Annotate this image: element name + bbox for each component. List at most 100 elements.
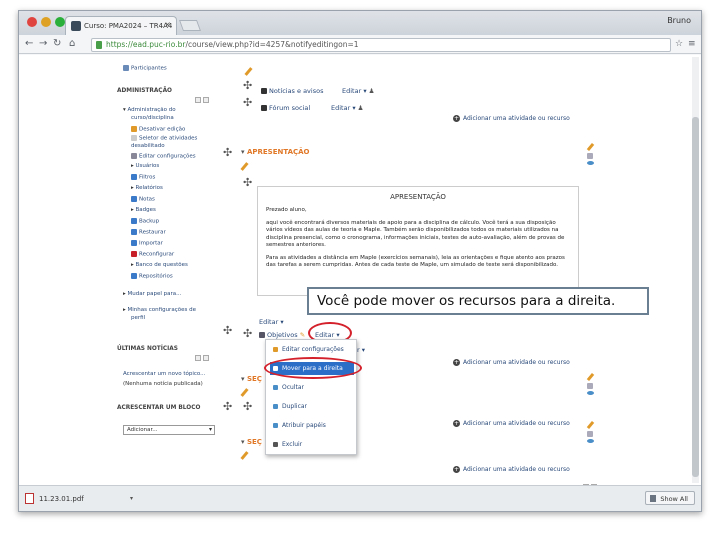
forum-social-link[interactable]: Fórum social xyxy=(261,104,310,112)
add-activity-link[interactable]: + Adicionar uma atividade ou recurso xyxy=(453,115,570,122)
profile-name[interactable]: Bruno xyxy=(667,16,691,25)
add-activity-link[interactable]: + Adicionar uma atividade ou recurso xyxy=(453,359,570,366)
download-icon xyxy=(650,495,657,502)
menu-item-duplicate[interactable]: Duplicar xyxy=(270,400,354,413)
download-file-name: 11.23.01.pdf xyxy=(39,495,84,503)
menu-item-assign-roles[interactable]: Atribuir papéis xyxy=(270,419,354,432)
sidebar-item-disable-editing[interactable]: Desativar edição xyxy=(131,126,185,134)
sidebar-item-badges[interactable]: ▸ Badges xyxy=(131,207,156,214)
section-controls[interactable] xyxy=(585,420,595,443)
edit-pencil-icon[interactable] xyxy=(244,67,253,76)
chevron-down-icon[interactable]: ▾ xyxy=(130,492,133,506)
repositories-icon xyxy=(131,273,137,279)
section-controls[interactable] xyxy=(585,142,595,165)
edit-pencil-icon[interactable] xyxy=(240,162,249,171)
lock-icon xyxy=(96,41,102,49)
sidebar-item-edit-settings[interactable]: Editar configurações xyxy=(131,153,196,161)
page-content: Participantes ADMINISTRAÇÃO ▾ Administra… xyxy=(19,55,701,485)
presentation-paragraph-1: aqui você encontrará diversos materiais … xyxy=(266,219,565,249)
menu-item-edit-settings[interactable]: Editar configurações xyxy=(270,343,354,356)
move-icon[interactable]: ✣ xyxy=(243,328,252,339)
move-icon[interactable]: ✣ xyxy=(243,177,252,188)
zoom-window-button[interactable] xyxy=(55,17,65,27)
move-section-icon[interactable]: ✣ xyxy=(223,325,232,336)
minimize-window-button[interactable] xyxy=(41,17,51,27)
admin-block-header: ADMINISTRAÇÃO xyxy=(117,88,172,94)
move-section-icon[interactable]: ✣ xyxy=(223,401,232,412)
download-item[interactable]: 11.23.01.pdf ▾ xyxy=(25,492,133,506)
sidebar-item-my-profile[interactable]: ▸ Minhas configurações de xyxy=(123,307,196,314)
label-edit-menu[interactable]: Editar ▾ xyxy=(259,318,284,326)
menu-icon[interactable]: ≡ xyxy=(688,38,696,50)
news-block-controls[interactable] xyxy=(195,346,211,361)
scrollbar[interactable] xyxy=(692,57,699,483)
show-all-button[interactable]: Show All xyxy=(645,491,695,505)
restore-icon xyxy=(131,229,137,235)
back-arrow-icon[interactable]: ← xyxy=(25,38,33,50)
sidebar-item-grades[interactable]: Notas xyxy=(131,196,155,204)
sidebar-participants-link[interactable]: Participantes xyxy=(123,65,167,73)
delete-icon xyxy=(273,442,278,447)
block-controls[interactable] xyxy=(583,475,599,485)
scrollbar-thumb[interactable] xyxy=(692,117,699,477)
sidebar-item-users[interactable]: ▸ Usuários xyxy=(131,163,159,170)
forward-arrow-icon[interactable]: → xyxy=(39,38,47,50)
move-icon[interactable]: ✣ xyxy=(243,97,252,108)
add-news-topic-link[interactable]: Acrescentar um novo tópico... xyxy=(123,371,205,378)
reload-icon[interactable]: ↻ xyxy=(53,38,61,50)
presentation-label: APRESENTAÇÃO Prezado aluno, aqui você en… xyxy=(257,186,579,296)
menu-item-delete[interactable]: Excluir xyxy=(270,438,354,451)
menu-item-hide[interactable]: Ocultar xyxy=(270,381,354,394)
sidebar-item-course-admin[interactable]: ▾ Administração do xyxy=(123,107,176,114)
downloads-bar: 11.23.01.pdf ▾ Show All xyxy=(19,485,701,511)
sidebar-item-repositories[interactable]: Repositórios xyxy=(131,273,173,281)
tab-title: Curso: PMA2024 – TR4A4 xyxy=(84,22,173,30)
forum-news-link[interactable]: Notícias e avisos xyxy=(261,87,323,95)
close-tab-icon[interactable]: × xyxy=(164,20,171,29)
sidebar-item-my-profile-2[interactable]: perfil xyxy=(131,315,145,322)
objectives-link[interactable]: Objetivos ✎ xyxy=(259,331,305,339)
sidebar-item-activity-chooser-2[interactable]: desabilitado xyxy=(131,143,165,150)
user-icon: ♟ xyxy=(368,87,375,95)
sidebar-item-reports[interactable]: ▸ Relatórios xyxy=(131,185,163,192)
browser-window: Curso: PMA2024 – TR4A4 × Bruno ← → ↻ ⌂ h… xyxy=(18,10,702,512)
sidebar-item-filters[interactable]: Filtros xyxy=(131,174,155,182)
sidebar-item-activity-chooser[interactable]: Seletor de atividades xyxy=(131,135,197,143)
move-icon[interactable]: ✣ xyxy=(243,80,252,91)
bookmark-star-icon[interactable]: ☆ xyxy=(675,38,683,50)
reset-icon xyxy=(131,251,137,257)
add-activity-link[interactable]: + Adicionar uma atividade ou recurso xyxy=(453,420,570,427)
edit-pencil-icon[interactable] xyxy=(240,388,249,397)
sidebar-item-restore[interactable]: Restaurar xyxy=(131,229,166,237)
edit-menu-behind[interactable]: r ▾ xyxy=(357,346,365,354)
add-activity-link[interactable]: + Adicionar uma atividade ou recurso xyxy=(453,466,570,473)
sidebar-item-import[interactable]: Importar xyxy=(131,240,163,248)
forum-social-edit-menu[interactable]: Editar ▾ ♟ xyxy=(331,104,363,112)
section-controls[interactable] xyxy=(585,372,595,395)
sidebar-item-question-bank[interactable]: ▸ Banco de questões xyxy=(131,262,188,269)
move-icon[interactable]: ✣ xyxy=(243,401,252,412)
presentation-greeting: Prezado aluno, xyxy=(266,207,307,213)
user-icon xyxy=(273,423,278,428)
settings-icon xyxy=(131,153,137,159)
tab-strip: Curso: PMA2024 – TR4A4 × Bruno xyxy=(19,11,701,35)
page-icon xyxy=(259,332,265,338)
close-window-button[interactable] xyxy=(27,17,37,27)
sidebar-item-backup[interactable]: Backup xyxy=(131,218,159,226)
sidebar-item-reset[interactable]: Reconfigurar xyxy=(131,251,174,259)
tab-course[interactable]: Curso: PMA2024 – TR4A4 × xyxy=(65,16,177,35)
new-tab-button[interactable] xyxy=(178,20,202,31)
eye-icon xyxy=(273,385,278,390)
sidebar-item-course-admin-2[interactable]: curso/disciplina xyxy=(131,115,174,122)
home-icon[interactable]: ⌂ xyxy=(69,38,75,50)
sidebar-item-switch-role[interactable]: ▸ Mudar papel para... xyxy=(123,291,181,298)
add-block-select[interactable]: Adicionar... ▾ xyxy=(123,425,215,435)
forum-news-edit-menu[interactable]: Editar ▾ ♟ xyxy=(342,87,374,95)
add-icon: + xyxy=(453,115,460,122)
section-3-title: ▾ SEÇ xyxy=(241,438,262,446)
move-section-icon[interactable]: ✣ xyxy=(223,147,232,158)
admin-block-controls[interactable] xyxy=(195,88,211,103)
edit-pencil-icon[interactable] xyxy=(240,451,249,460)
no-news-text: (Nenhuma notícia publicada) xyxy=(123,381,203,387)
address-bar[interactable]: https://ead.puc-rio.br/course/view.php?i… xyxy=(91,38,671,52)
